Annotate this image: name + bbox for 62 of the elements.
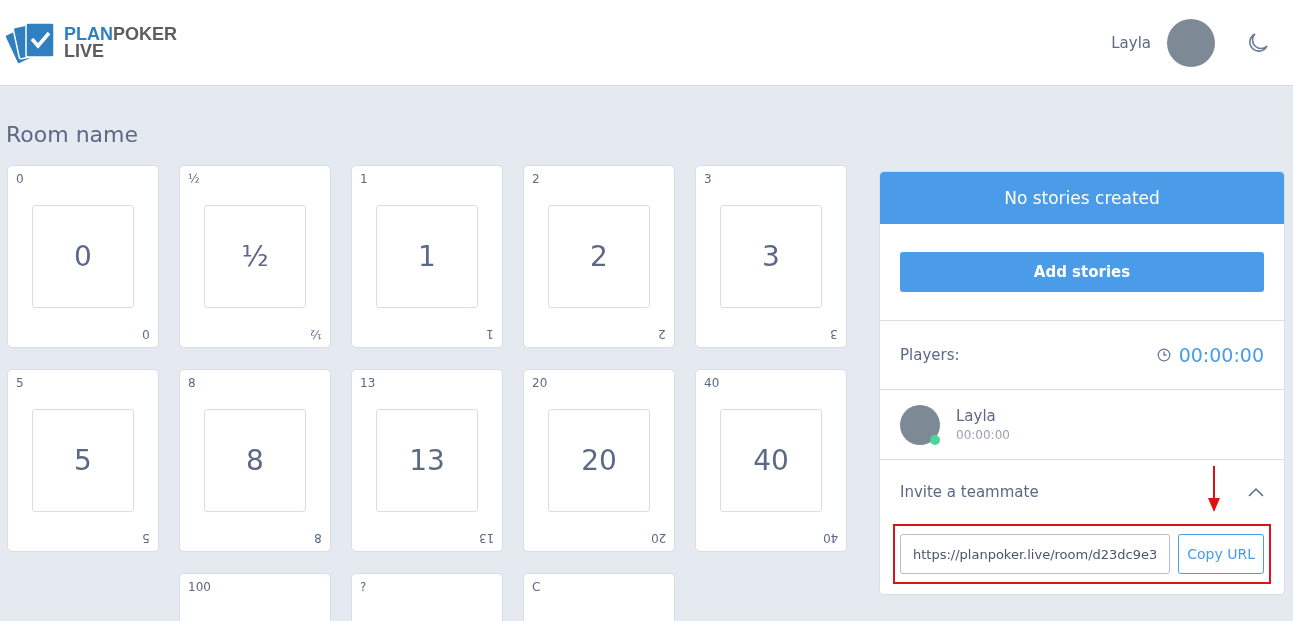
estimate-card[interactable]: 40 40 40: [695, 369, 847, 552]
card-face-value: 8: [204, 409, 306, 512]
card-corner-value: 0: [16, 172, 24, 186]
invite-label: Invite a teammate: [900, 483, 1039, 501]
card-face-value: 1: [376, 205, 478, 308]
card-face-value: 20: [548, 409, 650, 512]
card-corner-value: 100: [188, 580, 211, 594]
estimate-card[interactable]: 3 3 3: [695, 165, 847, 348]
card-corner-value: 13: [478, 531, 494, 545]
moon-icon[interactable]: [1247, 31, 1269, 54]
annotation-arrow: [1207, 466, 1221, 512]
player-time: 00:00:00: [956, 428, 1010, 442]
invite-url-field[interactable]: https://planpoker.live/room/d23dc9e3: [900, 534, 1171, 574]
card-corner-value: ½: [188, 172, 200, 186]
card-corner-value: 13: [360, 376, 376, 390]
estimate-card[interactable]: 2 2 2: [523, 165, 675, 348]
user-avatar[interactable]: [1167, 18, 1215, 67]
room-title: Room name: [6, 122, 139, 147]
estimate-card[interactable]: C: [523, 573, 675, 621]
card-face-value: 3: [720, 205, 822, 308]
estimate-card[interactable]: 0 0 0: [7, 165, 159, 348]
card-face-value: 2: [548, 205, 650, 308]
stories-header: No stories created: [880, 172, 1284, 224]
card-corner-value: 40: [822, 531, 838, 545]
card-corner-value: 1: [486, 327, 494, 341]
card-corner-value: ?: [360, 580, 367, 594]
estimate-card[interactable]: ½ ½ ½: [179, 165, 331, 348]
card-corner-value: 1: [360, 172, 368, 186]
card-corner-value: 20: [532, 376, 548, 390]
copy-url-button[interactable]: Copy URL: [1178, 534, 1264, 574]
estimate-card[interactable]: 20 20 20: [523, 369, 675, 552]
card-corner-value: 40: [704, 376, 720, 390]
estimate-card[interactable]: ?: [351, 573, 503, 621]
card-corner-value: 5: [16, 376, 24, 390]
estimate-card[interactable]: 13 13 13: [351, 369, 503, 552]
clock-icon: [1156, 348, 1171, 362]
estimate-card[interactable]: 1 1 1: [351, 165, 503, 348]
estimate-card[interactable]: 100: [179, 573, 331, 621]
logo-wordmark: PLANPOKER LIVE: [64, 25, 177, 60]
card-corner-value: 8: [314, 531, 322, 545]
chevron-icon[interactable]: [1248, 487, 1264, 497]
card-corner-value: 3: [704, 172, 712, 186]
card-corner-value: C: [532, 580, 541, 594]
estimate-card[interactable]: 8 8 8: [179, 369, 331, 552]
card-corner-value: 8: [188, 376, 196, 390]
card-corner-value: 2: [658, 327, 666, 341]
estimate-card[interactable]: 5 5 5: [7, 369, 159, 552]
card-corner-value: 5: [142, 531, 150, 545]
card-corner-value: 20: [650, 531, 666, 545]
card-corner-value: 0: [142, 327, 150, 341]
timer: 00:00:00: [1178, 344, 1264, 366]
user-name: Layla: [1111, 33, 1151, 52]
player-name: Layla: [956, 407, 997, 425]
card-face-value: 40: [720, 409, 822, 512]
card-face-value: 5: [32, 409, 134, 512]
card-face-value: 0: [32, 205, 134, 308]
card-corner-value: 2: [532, 172, 540, 186]
card-corner-value: 3: [830, 327, 838, 341]
players-label: Players:: [900, 346, 960, 364]
card-corner-value: ½: [310, 327, 322, 341]
card-face-value: ½: [204, 205, 306, 308]
card-face-value: 13: [376, 409, 478, 512]
